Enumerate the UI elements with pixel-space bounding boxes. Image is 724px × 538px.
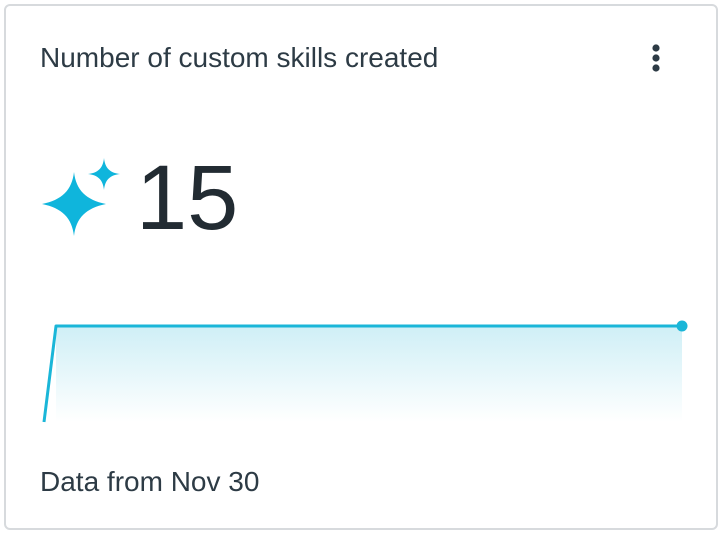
card-title: Number of custom skills created — [40, 42, 439, 73]
metric-card: Number of custom skills created 15 Data … — [4, 4, 718, 530]
sparkline-area — [56, 326, 682, 422]
sparkle-icon — [42, 158, 120, 236]
card-options-button[interactable] — [636, 38, 676, 78]
sparkline-chart — [42, 320, 688, 423]
metric-value: 15 — [136, 147, 239, 249]
vertical-ellipsis-icon — [652, 44, 660, 72]
sparkline-line — [42, 324, 682, 423]
sparkline-end-point — [676, 320, 688, 332]
data-range-text: Data from Nov 30 — [40, 466, 260, 497]
